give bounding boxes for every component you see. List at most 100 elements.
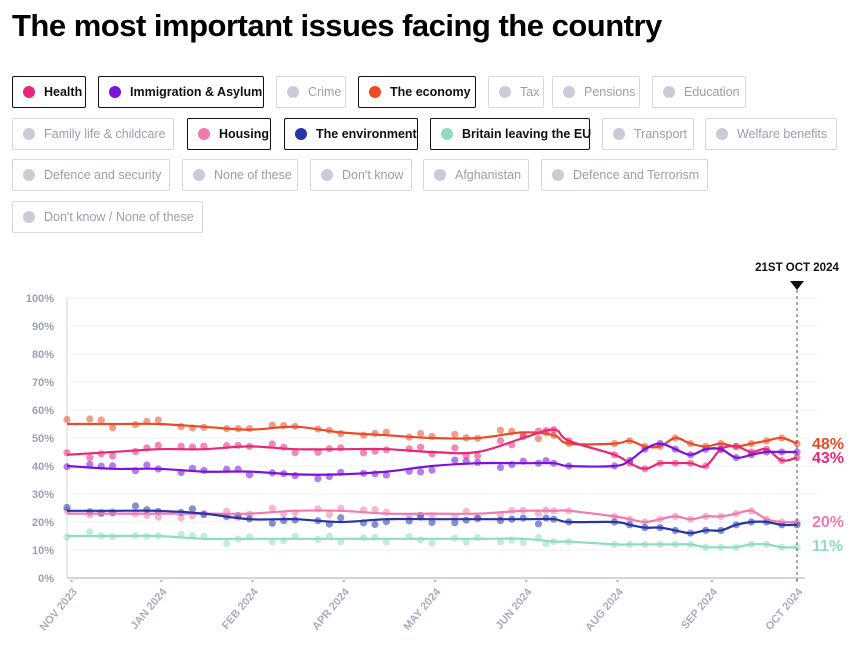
legend-dot-icon <box>613 128 625 140</box>
data-point-health <box>474 452 482 460</box>
filter-chip-the-environment[interactable]: The environment <box>284 118 418 150</box>
y-tick-label: 50% <box>32 433 54 445</box>
data-point-the-economy <box>451 430 459 438</box>
filter-chip-don-t-know-none-of-these[interactable]: Don't know / None of these <box>12 201 203 233</box>
filter-chip-don-t-know[interactable]: Don't know <box>310 159 412 191</box>
data-point-britain-leaving-the-eu <box>641 540 649 549</box>
filter-chip-family-life-childcare[interactable]: Family life & childcare <box>12 118 174 150</box>
series-line-the-economy <box>67 422 798 449</box>
data-point-the-environment <box>428 518 436 527</box>
data-point-housing <box>382 508 390 516</box>
filter-chip-transport[interactable]: Transport <box>602 118 694 150</box>
filter-chip-afghanistan[interactable]: Afghanistan <box>423 159 529 191</box>
data-point-the-environment <box>474 515 482 523</box>
data-point-health <box>671 459 679 467</box>
filter-chip-label: Immigration & Asylum <box>130 85 263 99</box>
data-point-the-environment <box>762 518 771 526</box>
data-point-health <box>234 441 242 449</box>
data-point-the-environment <box>626 521 634 529</box>
y-tick-label: 40% <box>32 461 54 473</box>
filter-chip-label: Education <box>684 85 740 99</box>
filter-chip-pensions[interactable]: Pensions <box>552 76 640 108</box>
data-point-britain-leaving-the-eu <box>359 533 368 542</box>
data-point-immigration-asylum <box>86 460 94 468</box>
x-tick-label: FEB 2024 <box>220 586 262 632</box>
data-point-britain-leaving-the-eu <box>314 536 322 544</box>
data-point-health <box>177 442 185 450</box>
filter-chip-the-economy[interactable]: The economy <box>358 76 476 108</box>
data-point-britain-leaving-the-eu <box>656 540 664 549</box>
data-point-housing <box>534 509 543 518</box>
data-point-the-economy <box>747 440 755 448</box>
data-point-britain-leaving-the-eu <box>747 540 755 549</box>
x-tick-label: MAY 2024 <box>402 586 444 633</box>
data-point-immigration-asylum <box>542 457 550 465</box>
data-point-housing <box>188 512 197 520</box>
data-point-housing <box>610 512 619 521</box>
data-point-immigration-asylum <box>686 451 695 459</box>
filter-chip-defence-and-security[interactable]: Defence and security <box>12 159 170 191</box>
data-point-the-economy <box>131 420 140 429</box>
data-point-immigration-asylum <box>188 464 197 472</box>
filter-chip-health[interactable]: Health <box>12 76 86 108</box>
filter-chip-none-of-these[interactable]: None of these <box>182 159 298 191</box>
filter-chip-immigration-asylum[interactable]: Immigration & Asylum <box>98 76 264 108</box>
data-point-the-economy <box>97 416 105 424</box>
down-triangle-icon <box>790 281 804 290</box>
data-point-immigration-asylum <box>641 445 649 453</box>
data-point-housing <box>359 506 368 514</box>
data-point-health <box>702 462 710 470</box>
data-point-the-environment <box>717 526 725 535</box>
legend-dot-icon <box>663 86 675 98</box>
data-point-health <box>63 449 71 457</box>
data-point-immigration-asylum <box>109 462 117 470</box>
data-point-britain-leaving-the-eu <box>223 539 231 548</box>
data-point-housing <box>474 513 482 522</box>
filter-chip-label: Welfare benefits <box>737 127 828 141</box>
data-point-the-economy <box>143 417 151 425</box>
filter-chip-welfare-benefits[interactable]: Welfare benefits <box>705 118 837 150</box>
data-point-britain-leaving-the-eu <box>508 536 516 544</box>
legend-dot-icon <box>499 86 511 98</box>
data-point-the-economy <box>474 434 482 442</box>
data-point-immigration-asylum <box>626 456 634 464</box>
data-point-the-environment <box>200 511 208 519</box>
data-point-immigration-asylum <box>462 457 470 465</box>
x-tick-mark <box>159 579 163 583</box>
filter-chip-tax[interactable]: Tax <box>488 76 544 108</box>
data-point-britain-leaving-the-eu <box>534 533 543 542</box>
filter-chip-britain-leaving-the-eu[interactable]: Britain leaving the EU <box>430 118 591 150</box>
filter-chip-crime[interactable]: Crime <box>276 76 346 108</box>
data-point-britain-leaving-the-eu <box>610 540 619 549</box>
data-point-the-environment <box>280 516 288 525</box>
data-point-britain-leaving-the-eu <box>519 539 527 547</box>
filter-chip-defence-and-terrorism[interactable]: Defence and Terrorism <box>541 159 708 191</box>
data-point-britain-leaving-the-eu <box>291 532 299 540</box>
data-point-immigration-asylum <box>223 465 231 473</box>
data-point-britain-leaving-the-eu <box>732 543 740 551</box>
data-point-britain-leaving-the-eu <box>200 532 208 540</box>
y-tick-label: 100% <box>26 293 54 305</box>
x-tick-mark <box>251 579 254 583</box>
gridlines <box>67 297 817 551</box>
data-point-health <box>371 447 379 455</box>
data-point-the-environment <box>462 516 470 524</box>
data-point-the-economy <box>268 421 276 429</box>
y-tick-label: 60% <box>32 405 54 417</box>
data-point-the-economy <box>762 437 771 445</box>
data-point-housing <box>314 505 322 513</box>
series-line-britain-leaving-the-eu <box>67 534 798 549</box>
data-point-housing <box>416 513 425 521</box>
filter-chip-housing[interactable]: Housing <box>187 118 271 150</box>
legend-dot-icon <box>287 86 299 98</box>
data-point-the-environment <box>86 508 94 516</box>
data-point-health <box>451 444 459 452</box>
x-axis: NOV 2023 JAN 2024 FEB 2024 APR 2024 MAY 2024… <box>38 579 806 634</box>
x-tick-label: SEP 2024 <box>679 586 720 632</box>
data-point-britain-leaving-the-eu <box>686 540 695 549</box>
data-point-health <box>154 441 162 450</box>
data-point-housing <box>109 508 117 516</box>
data-point-immigration-asylum <box>359 469 368 477</box>
data-point-housing <box>656 515 664 523</box>
filter-chip-education[interactable]: Education <box>652 76 746 108</box>
